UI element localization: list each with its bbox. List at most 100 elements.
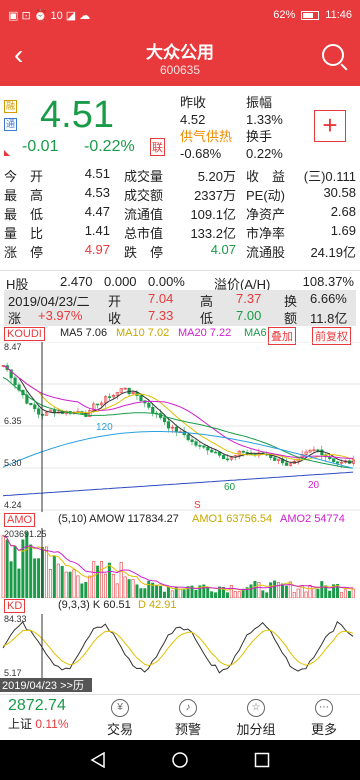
- ma5-line: [2, 365, 354, 463]
- home-circle-icon[interactable]: [172, 752, 188, 768]
- amo-bar: [269, 582, 273, 598]
- amo-bar: [253, 581, 257, 598]
- kline-type-selector[interactable]: KOUDI: [4, 327, 45, 341]
- stat-value: 4.07: [210, 242, 236, 257]
- amo-bar: [194, 589, 198, 598]
- sell-signal: S: [194, 500, 201, 511]
- amo-bar: [60, 565, 64, 598]
- amo-bar: [119, 562, 123, 598]
- huanshou-value: 0.22%: [246, 146, 283, 161]
- h-share-row[interactable]: H股 2.470 0.000 0.00% 溢价(A/H) 108.37%: [0, 270, 360, 292]
- price-tick-bottom: 4.24: [4, 500, 22, 510]
- candle-body: [284, 462, 289, 466]
- amo2-readout: AMO2 54774: [280, 513, 345, 525]
- amo-bar: [135, 584, 139, 598]
- candle-body: [166, 421, 171, 429]
- index-label: 上证: [8, 717, 33, 731]
- stat-label: 涨 停: [4, 245, 44, 260]
- k-line: [2, 621, 354, 674]
- sector-label[interactable]: 供气供热: [180, 128, 232, 145]
- nav-trade-label: 交易: [106, 722, 133, 737]
- amo-bar: [166, 586, 170, 598]
- kd-d-readout: D 42.91: [138, 599, 177, 611]
- stock-code: 600635: [159, 63, 201, 77]
- stat-value: 1.41: [84, 223, 110, 238]
- amo1-readout: AMO1 63756.54: [192, 513, 273, 525]
- more-icon: ⋯: [315, 699, 333, 717]
- stats-row: 量 比 1.41 总市值 133.2亿 市净率 1.69: [0, 223, 360, 242]
- nav-trade[interactable]: ¥ 交易: [92, 699, 148, 738]
- stat-label: 今 开: [4, 169, 44, 184]
- stat-label: 最 高: [4, 188, 44, 203]
- amo-max-tick: 203691.25: [4, 529, 47, 539]
- premium-value: 108.37%: [302, 274, 354, 289]
- amo-bar: [48, 569, 52, 598]
- kd-selector[interactable]: KD: [4, 599, 26, 613]
- candle-body: [202, 445, 206, 448]
- status-bar: ▣ ⊡ ⏰ 10 ◪ ☁ 62% 11:46: [0, 0, 360, 30]
- index-value: 2872.74: [8, 697, 66, 714]
- stat-value: 5.20万: [197, 169, 236, 184]
- close-label: 收: [108, 311, 122, 326]
- amo-bar: [159, 586, 163, 598]
- stat-value: 4.51: [84, 166, 110, 181]
- stat-label: 成交量: [124, 169, 164, 184]
- amo-bar: [343, 589, 347, 598]
- amo-bar: [308, 584, 312, 598]
- ma20-annotation: 20: [308, 480, 320, 491]
- bell-icon: ♪: [179, 699, 197, 717]
- search-icon[interactable]: [322, 44, 344, 66]
- back-triangle-icon[interactable]: [90, 752, 106, 768]
- close-value: 7.33: [148, 308, 174, 323]
- lian-badge[interactable]: 联: [150, 138, 165, 156]
- nav-group-label: 加分组: [236, 722, 276, 737]
- amo-bar: [17, 568, 21, 598]
- kd-chart[interactable]: 84.33 5.17 2019/04/23 >>历: [0, 614, 360, 694]
- ma10-readout: MA10 7.02: [116, 327, 170, 339]
- amo-bar: [328, 590, 332, 598]
- stat-value: 133.2亿: [190, 226, 236, 241]
- recents-square-icon[interactable]: [254, 752, 270, 768]
- amo-selector[interactable]: AMO: [4, 513, 36, 527]
- amo-bar: [273, 580, 277, 598]
- nav-more[interactable]: ⋯ 更多: [296, 699, 352, 738]
- huanshou-label: 换手: [246, 129, 273, 144]
- stat-label: 流通股: [246, 245, 286, 260]
- amo-chart[interactable]: 203691.25: [0, 528, 360, 598]
- stats-row: 涨 停 4.97 跌 停 4.07 流通股 24.19亿: [0, 242, 360, 261]
- candle-body: [151, 407, 155, 414]
- open-value: 7.04: [148, 291, 174, 306]
- zuoshou-value: 4.52: [180, 112, 206, 127]
- candle-body: [241, 450, 245, 453]
- sector-change: -0.68%: [180, 146, 222, 161]
- kline-grid: [0, 342, 360, 511]
- amt-label: 额: [284, 311, 298, 326]
- kline-chart[interactable]: 8.47 6.35 5.30 4.24 120 60 20 S: [0, 342, 360, 512]
- low-value: 7.00: [236, 308, 262, 323]
- nav-group[interactable]: ☆ 加分组: [228, 699, 284, 738]
- kd-indicator-bar: KD (9,3,3) K 60.51 D 42.91: [0, 598, 360, 614]
- stat-value: (三)0.111: [303, 169, 356, 184]
- stats-row: 今 开 4.51 成交量 5.20万收 益 (三)0.111: [0, 166, 360, 185]
- quote-panel: 融 通 4.51 -0.01 -0.22% 联 昨收 4.52 供气供热 -0.…: [0, 86, 360, 162]
- amo-bar: [139, 588, 143, 598]
- nav-alert[interactable]: ♪ 预警: [160, 699, 216, 738]
- stat-label: 成交额: [124, 188, 164, 203]
- stat-label: 跌 停: [124, 245, 164, 260]
- candle-body: [162, 417, 167, 422]
- candle-body: [221, 454, 226, 460]
- amo-bar: [115, 583, 119, 598]
- stat-label: 总市值: [124, 226, 164, 241]
- stat-value: 4.47: [84, 204, 110, 219]
- zhenfu-label: 振幅: [246, 95, 273, 110]
- amo-bar: [56, 563, 60, 598]
- add-watchlist-button[interactable]: +: [314, 110, 346, 142]
- d-line: [2, 629, 354, 667]
- candle-body: [96, 403, 100, 406]
- quote-grid-right: 振幅 1.33% 换手 0.22%: [246, 94, 283, 162]
- amo-bar: [64, 571, 68, 598]
- price-change: -0.01: [22, 138, 59, 155]
- candle-body: [320, 449, 324, 455]
- index-widget[interactable]: 2872.74 上证 0.11%: [8, 697, 69, 732]
- chg-label: 涨: [8, 311, 22, 326]
